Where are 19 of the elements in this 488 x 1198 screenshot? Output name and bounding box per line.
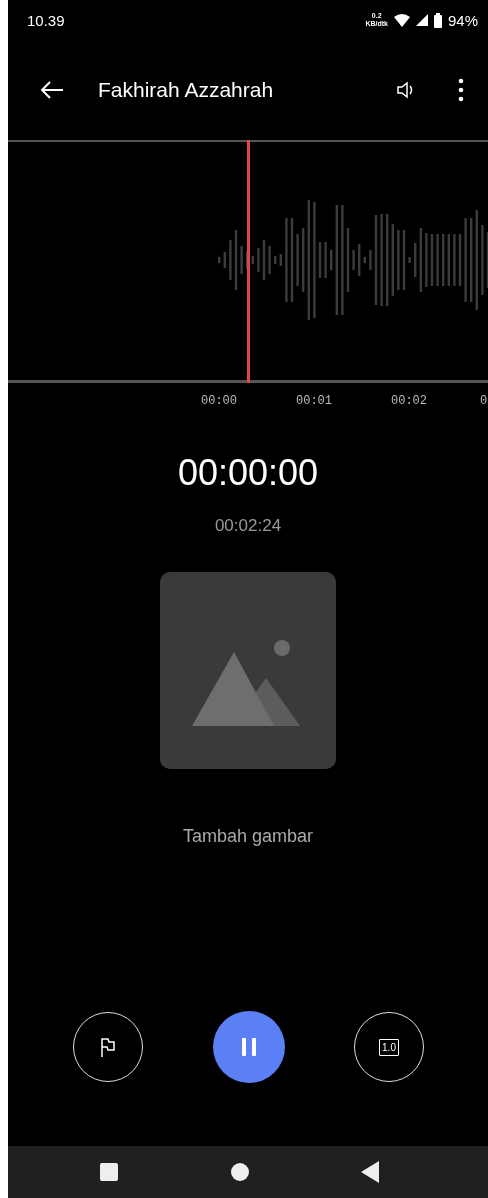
total-duration: 00:02:24 (213, 516, 283, 536)
elapsed-time: 00:00:00 (176, 452, 320, 494)
back-arrow-icon[interactable] (40, 81, 64, 99)
add-image-label[interactable]: Tambah gambar (8, 826, 488, 847)
more-options-icon[interactable] (458, 78, 464, 102)
recording-title: Fakhirah Azzahrah (98, 78, 275, 102)
time-tick: 00:01 (296, 394, 332, 408)
time-tick: 00:00 (201, 394, 237, 408)
status-time: 10.39 (27, 11, 65, 29)
battery-icon (433, 12, 442, 28)
time-tick: 0 (480, 394, 488, 408)
pause-icon (241, 1038, 256, 1056)
back-icon[interactable] (361, 1161, 379, 1183)
time-tick: 00:02 (391, 394, 427, 408)
wifi-icon (393, 13, 410, 27)
battery-percent: 94% (447, 11, 478, 29)
flag-icon (100, 1037, 116, 1057)
signal-icon (415, 14, 428, 26)
home-icon[interactable] (230, 1163, 249, 1181)
